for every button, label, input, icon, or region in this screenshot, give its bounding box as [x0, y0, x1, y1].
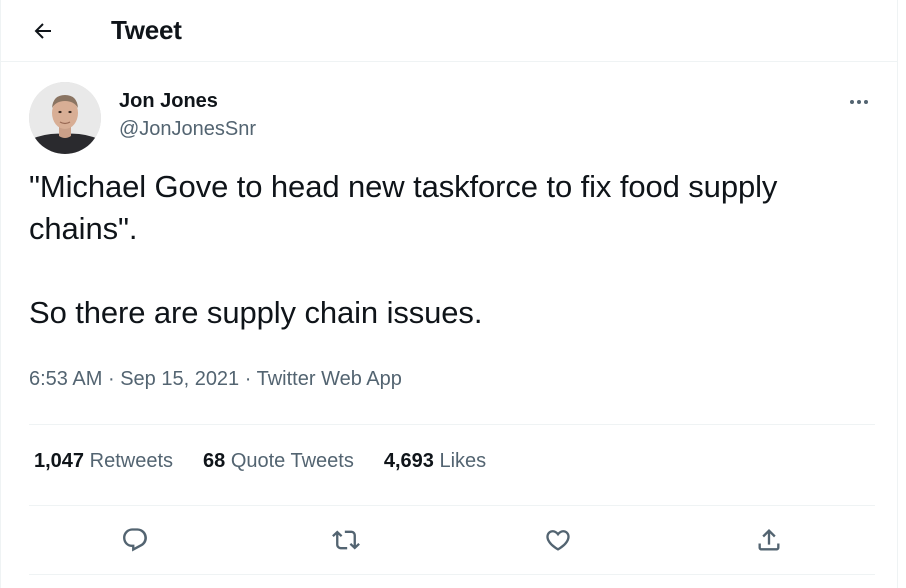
- page-title: Tweet: [111, 15, 182, 45]
- more-horizontal-icon: [850, 100, 868, 104]
- quote-tweets-count: 68: [203, 450, 226, 472]
- tweet-text-paragraph-1: "Michael Gove to head new taskforce to f…: [29, 169, 778, 246]
- divider: [29, 505, 875, 506]
- quote-tweets-label: Quote Tweets: [230, 450, 354, 472]
- heart-icon: [546, 530, 570, 551]
- author-handle[interactable]: @JonJonesSnr: [119, 116, 256, 142]
- avatar-image: [29, 82, 101, 154]
- tweet-stats: 1,047 Retweets 68 Quote Tweets 4,693 Lik…: [34, 450, 516, 473]
- like-button[interactable]: [538, 520, 578, 560]
- tweet-time[interactable]: 6:53 AM: [29, 368, 102, 390]
- likes-label: Likes: [439, 450, 487, 472]
- author-display-name[interactable]: Jon Jones: [119, 88, 256, 114]
- author-row: Jon Jones @JonJonesSnr: [1, 62, 897, 166]
- quote-tweets-stat[interactable]: 68 Quote Tweets: [203, 450, 354, 473]
- tweet-metadata: 6:53 AM · Sep 15, 2021 · Twitter Web App: [29, 368, 402, 391]
- likes-count: 4,693: [383, 450, 434, 472]
- reply-button[interactable]: [115, 520, 155, 560]
- retweets-label: Retweets: [89, 450, 173, 472]
- page-header: Tweet: [1, 0, 897, 62]
- meta-separator: ·: [107, 368, 115, 390]
- tweet-date[interactable]: Sep 15, 2021: [120, 368, 239, 390]
- back-button[interactable]: [23, 11, 63, 51]
- tweet-page: Tweet Jon Jones @JonJonesSnr "Michael Go…: [0, 0, 898, 588]
- divider: [29, 574, 875, 575]
- reply-icon: [122, 528, 147, 552]
- arrow-left-icon: [34, 22, 51, 39]
- tweet-source[interactable]: Twitter Web App: [257, 368, 402, 390]
- retweet-button[interactable]: [326, 520, 366, 560]
- meta-separator: ·: [244, 368, 252, 390]
- retweets-stat[interactable]: 1,047 Retweets: [34, 450, 173, 473]
- tweet-text: "Michael Gove to head new taskforce to f…: [1, 166, 897, 334]
- likes-stat[interactable]: 4,693 Likes: [384, 450, 486, 473]
- more-options-button[interactable]: [843, 86, 875, 118]
- tweet-actions: [29, 520, 875, 560]
- divider: [29, 424, 875, 425]
- avatar[interactable]: [29, 82, 101, 154]
- retweet-icon: [332, 530, 361, 550]
- retweets-count: 1,047: [34, 450, 85, 472]
- share-button[interactable]: [749, 520, 789, 560]
- author-names: Jon Jones @JonJonesSnr: [119, 88, 256, 142]
- tweet-text-paragraph-2: So there are supply chain issues.: [29, 295, 483, 330]
- share-icon: [758, 529, 780, 551]
